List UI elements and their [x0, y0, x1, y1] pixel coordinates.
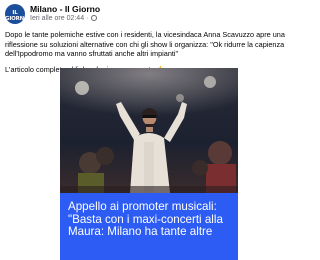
post-media[interactable]: Appello ai promoter musicali: "Basta con… [60, 68, 238, 260]
caption-card: Appello ai promoter musicali: "Basta con… [60, 193, 238, 260]
page-name-link[interactable]: Milano - Il Giorno [30, 4, 100, 14]
post-header: IL GIORNO Milano - Il Giorno Ieri alle o… [5, 4, 295, 26]
avatar-logo-text: IL GIORNO [5, 10, 25, 22]
post-meta: Ieri alle ore 02:44 · [30, 15, 98, 22]
article-headline: Appello ai promoter musicali: "Basta con… [68, 200, 223, 239]
meta-separator: · [84, 15, 91, 22]
post-body-text: Dopo le tante polemiche estive con i res… [5, 30, 285, 59]
post-timestamp[interactable]: Ieri alle ore 02:44 [30, 15, 84, 22]
avatar[interactable]: IL GIORNO [5, 4, 25, 24]
concert-photo [60, 68, 238, 193]
globe-icon [91, 15, 98, 21]
